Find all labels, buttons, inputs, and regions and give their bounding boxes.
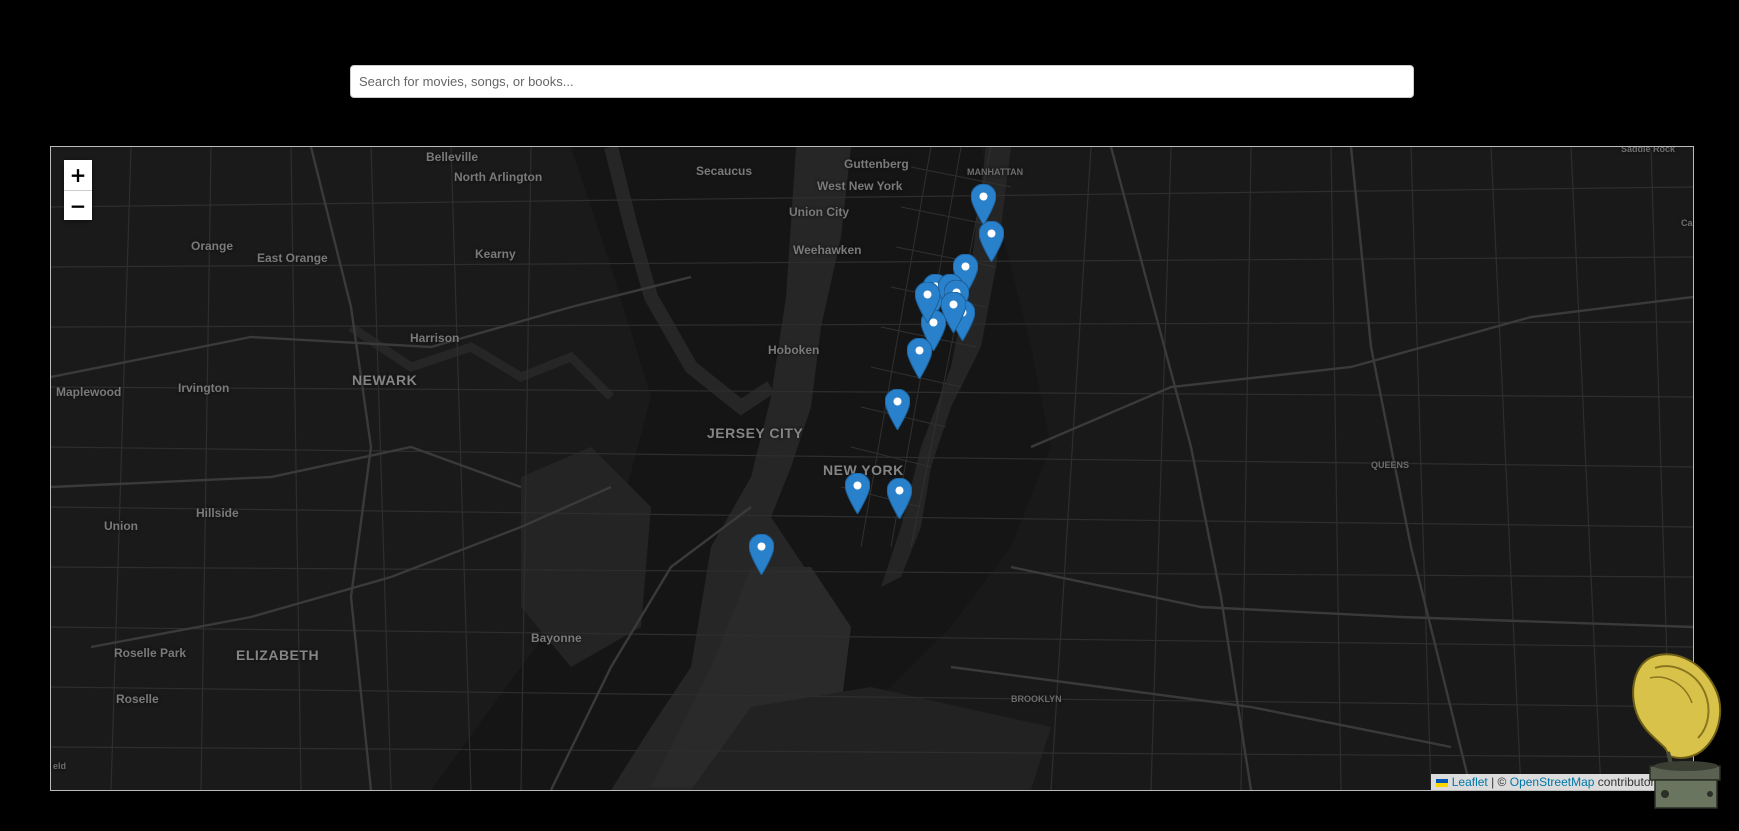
place-label-roselle: Roselle xyxy=(116,692,159,706)
map-marker[interactable] xyxy=(844,472,871,515)
map-pin-icon xyxy=(978,220,1005,263)
place-label-north-arlington: North Arlington xyxy=(454,170,543,184)
place-label-saddle-rock: Saddle Rock xyxy=(1621,146,1676,154)
place-label-elizabeth: ELIZABETH xyxy=(236,647,320,663)
map-pin-icon xyxy=(884,388,911,431)
place-label-manhattan: MANHATTAN xyxy=(967,167,1024,177)
place-label-jersey-city: JERSEY CITY xyxy=(707,425,804,441)
place-label-edge-left: eld xyxy=(53,761,67,771)
place-label-kearny: Kearny xyxy=(475,247,516,261)
place-label-east-orange: East Orange xyxy=(257,251,328,265)
place-label-hillside: Hillside xyxy=(196,506,239,520)
map[interactable]: Belleville North Arlington Secaucus Gutt… xyxy=(50,146,1694,791)
place-label-harrison: Harrison xyxy=(410,331,460,345)
map-marker[interactable] xyxy=(906,337,933,380)
map-pin-icon xyxy=(940,291,967,334)
map-marker[interactable] xyxy=(914,281,941,324)
place-label-union: Union xyxy=(104,519,138,533)
map-pin-icon xyxy=(970,183,997,226)
map-marker[interactable] xyxy=(970,183,997,226)
map-marker[interactable] xyxy=(978,220,1005,263)
osm-link[interactable]: OpenStreetMap xyxy=(1510,775,1595,789)
map-marker[interactable] xyxy=(940,291,967,334)
place-label-newark: NEWARK xyxy=(352,372,418,388)
place-label-guttenberg: Guttenberg xyxy=(844,157,909,171)
place-label-west-new-york: West New York xyxy=(817,179,903,193)
search-input[interactable] xyxy=(350,65,1414,98)
map-pin-icon xyxy=(914,281,941,324)
search-bar xyxy=(350,65,1414,98)
place-label-edge-right: Ca xyxy=(1681,218,1693,228)
map-marker[interactable] xyxy=(884,388,911,431)
map-pin-icon xyxy=(748,533,775,576)
leaflet-link[interactable]: Leaflet xyxy=(1452,775,1488,789)
place-label-irvington: Irvington xyxy=(178,381,230,395)
gramophone-icon[interactable] xyxy=(1610,648,1728,813)
place-label-union-city: Union City xyxy=(789,205,849,219)
place-label-queens: QUEENS xyxy=(1371,460,1410,470)
ukraine-flag-icon xyxy=(1436,778,1449,787)
place-label-hoboken: Hoboken xyxy=(768,343,820,357)
map-pin-icon xyxy=(886,477,913,520)
place-label-maplewood: Maplewood xyxy=(56,385,122,399)
map-pin-icon xyxy=(844,472,871,515)
zoom-control: + − xyxy=(64,160,92,220)
attribution-separator: | © xyxy=(1487,775,1510,789)
place-label-belleville: Belleville xyxy=(426,150,479,164)
place-label-weehawken: Weehawken xyxy=(793,243,862,257)
map-marker[interactable] xyxy=(748,533,775,576)
place-label-bayonne: Bayonne xyxy=(531,631,582,645)
place-label-secaucus: Secaucus xyxy=(696,164,753,178)
place-label-roselle-park: Roselle Park xyxy=(114,646,187,660)
map-pin-icon xyxy=(906,337,933,380)
zoom-in-button[interactable]: + xyxy=(64,160,92,190)
place-label-orange: Orange xyxy=(191,239,234,253)
map-marker[interactable] xyxy=(886,477,913,520)
zoom-out-button[interactable]: − xyxy=(64,190,92,220)
place-label-brooklyn: BROOKLYN xyxy=(1011,694,1062,704)
